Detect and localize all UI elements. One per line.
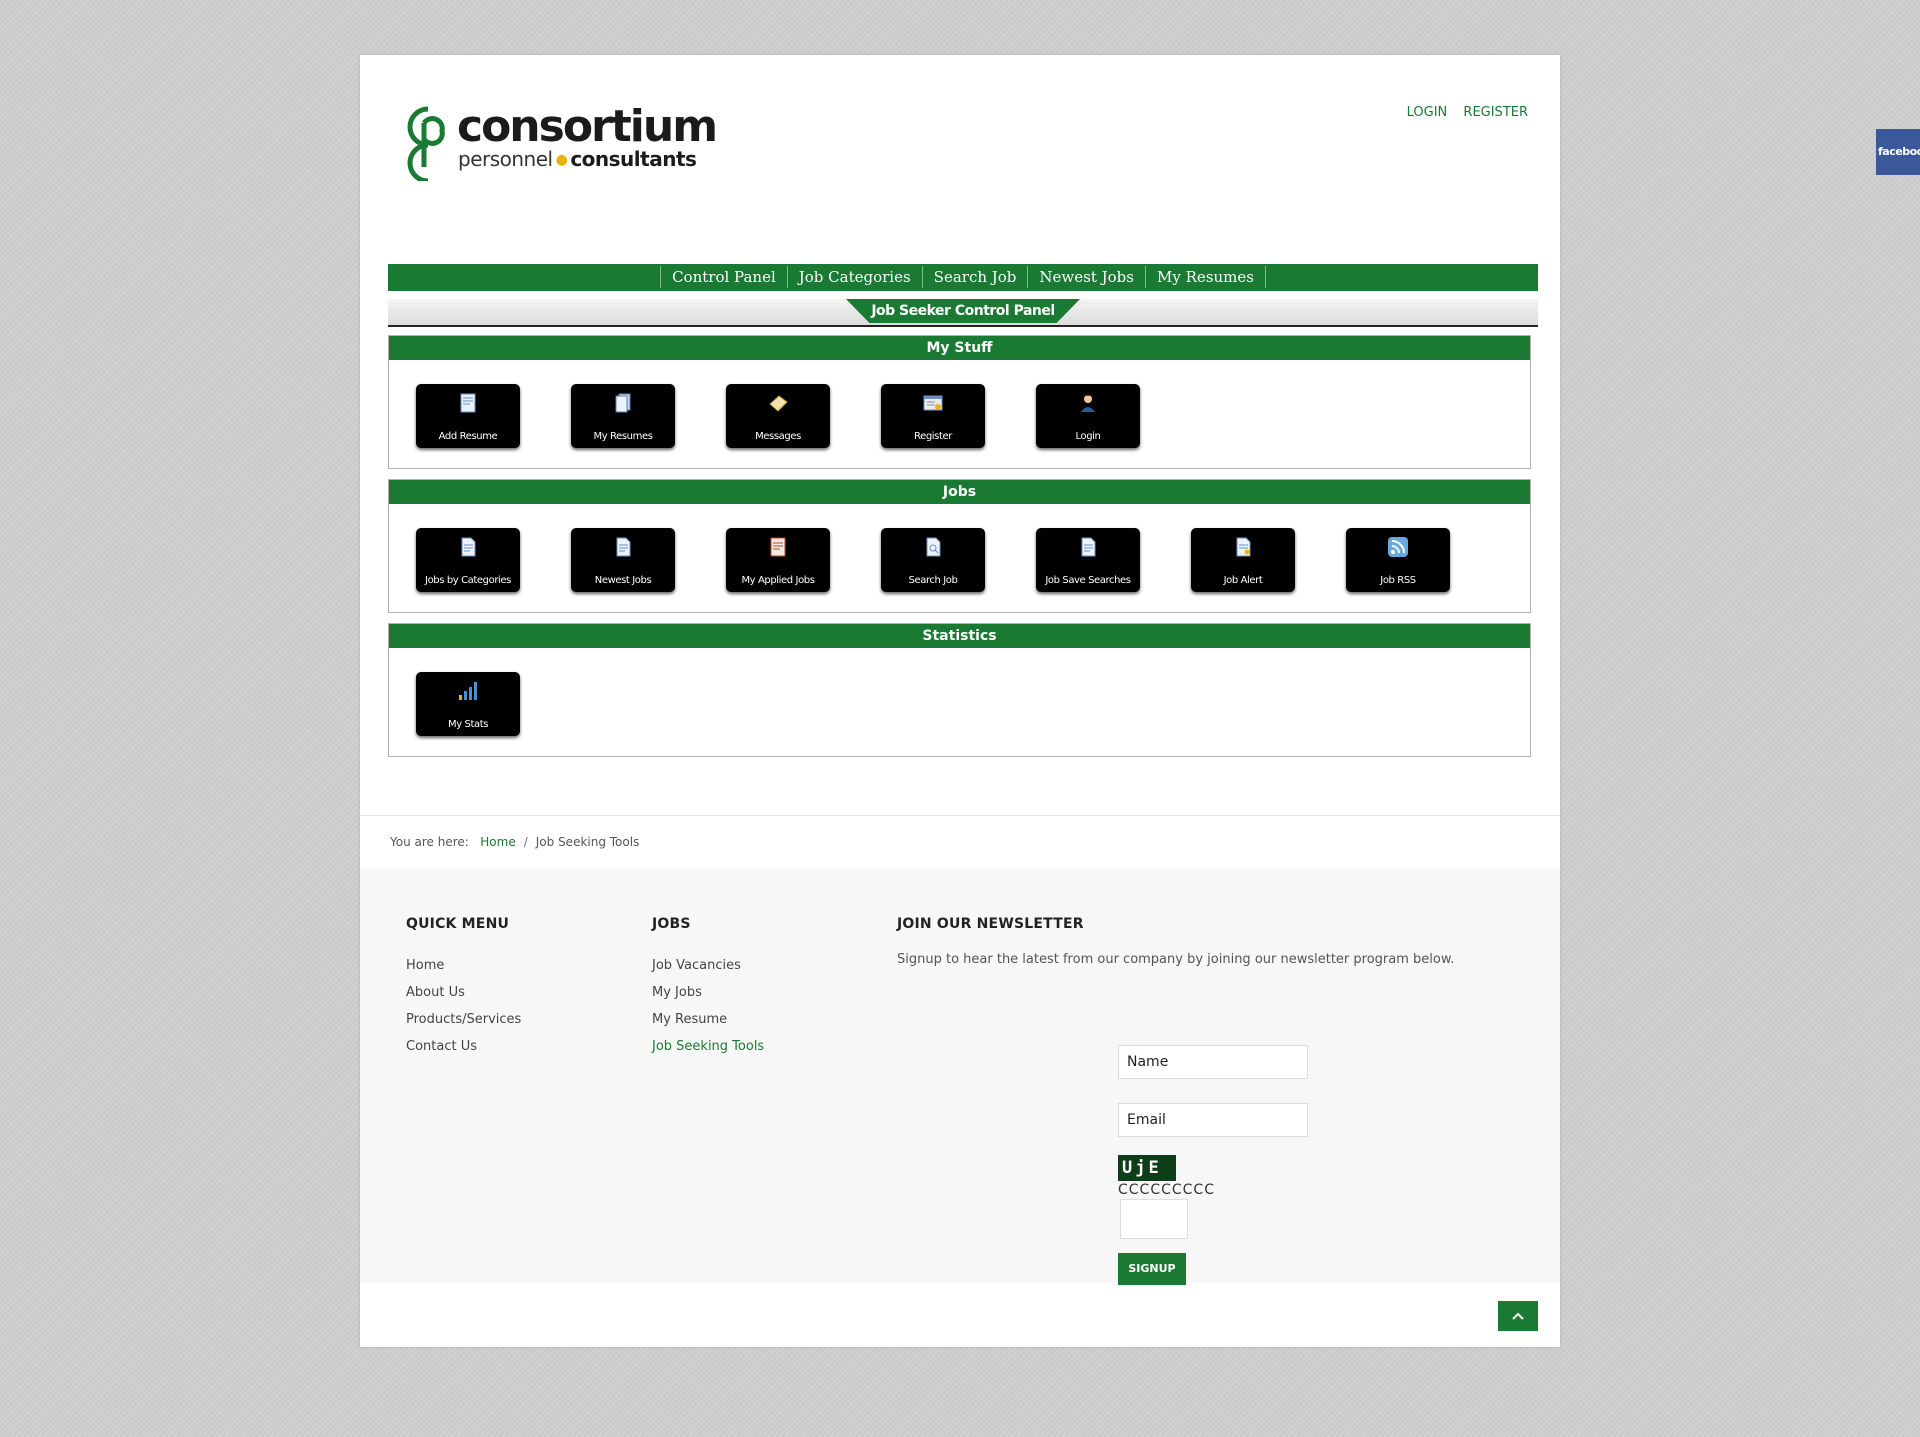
register-icon <box>923 395 943 411</box>
back-to-top-button[interactable] <box>1498 1301 1538 1331</box>
logo-mark-icon <box>407 106 445 181</box>
footer-link-my-jobs[interactable]: My Jobs <box>652 979 764 1006</box>
tile-search-job[interactable]: Search Job <box>881 528 985 592</box>
tile-my-resumes[interactable]: My Resumes <box>571 384 675 448</box>
logo-tagline: personnel ● consultants <box>458 147 697 171</box>
footer-link-contact[interactable]: Contact Us <box>406 1033 521 1060</box>
login-link[interactable]: LOGIN <box>1407 105 1448 120</box>
footer-quick-menu: QUICK MENU Home About Us Products/Servic… <box>406 916 521 1060</box>
logo-wordmark: consortium <box>457 101 718 152</box>
section-jobs: Jobs Jobs by Categories Newest Jobs My A… <box>388 479 1531 613</box>
footer-heading: JOBS <box>652 916 691 932</box>
tile-messages[interactable]: Messages <box>726 384 830 448</box>
section-my-stuff: My Stuff Add Resume My Resumes Messages … <box>388 335 1531 469</box>
newsletter-email-input[interactable]: Email <box>1118 1103 1308 1137</box>
nav-newest-jobs[interactable]: Newest Jobs <box>1028 266 1146 288</box>
tile-login[interactable]: Login <box>1036 384 1140 448</box>
footer-heading: JOIN OUR NEWSLETTER <box>897 916 1084 932</box>
tile-my-applied-jobs[interactable]: My Applied Jobs <box>726 528 830 592</box>
document-icon <box>616 537 631 557</box>
nav-my-resumes[interactable]: My Resumes <box>1146 266 1266 288</box>
newsletter-description: Signup to hear the latest from our compa… <box>897 952 1455 967</box>
footer: QUICK MENU Home About Us Products/Servic… <box>360 868 1560 1285</box>
chevron-up-icon <box>1512 1312 1524 1320</box>
breadcrumb-prefix: You are here: <box>390 835 469 849</box>
tile-job-rss[interactable]: Job RSS <box>1346 528 1450 592</box>
footer-jobs: JOBS Job Vacancies My Jobs My Resume Job… <box>652 916 764 1060</box>
footer-link-job-seeking-tools[interactable]: Job Seeking Tools <box>652 1033 764 1060</box>
tile-my-stats[interactable]: My Stats <box>416 672 520 736</box>
tile-add-resume[interactable]: Add Resume <box>416 384 520 448</box>
add-resume-icon <box>460 393 476 413</box>
alert-document-icon <box>1236 537 1251 557</box>
footer-link-job-vacancies[interactable]: Job Vacancies <box>652 952 764 979</box>
footer-link-home[interactable]: Home <box>406 952 521 979</box>
breadcrumb: You are here: Home / Job Seeking Tools <box>360 815 1560 869</box>
top-links: LOGIN REGISTER <box>1395 105 1528 120</box>
control-panel-header: Job Seeker Control Panel <box>388 299 1538 327</box>
captcha-options: CCCCCCCCC <box>1118 1182 1215 1198</box>
section-title: Statistics <box>389 624 1530 648</box>
rss-icon <box>1388 537 1408 557</box>
breadcrumb-home-link[interactable]: Home <box>480 835 515 849</box>
breadcrumb-separator: / <box>523 835 528 849</box>
nav-control-panel[interactable]: Control Panel <box>661 266 788 288</box>
footer-link-my-resume[interactable]: My Resume <box>652 1006 764 1033</box>
footer-link-products[interactable]: Products/Services <box>406 1006 521 1033</box>
resumes-icon <box>615 393 631 413</box>
user-icon <box>1081 394 1095 412</box>
footer-newsletter: JOIN OUR NEWSLETTER Signup to hear the l… <box>897 916 1454 967</box>
footer-link-about[interactable]: About Us <box>406 979 521 1006</box>
nav-search-job[interactable]: Search Job <box>923 266 1029 288</box>
control-panel-title: Job Seeker Control Panel <box>846 299 1080 323</box>
section-title: My Stuff <box>389 336 1530 360</box>
tile-job-alert[interactable]: Job Alert <box>1191 528 1295 592</box>
newsletter-name-input[interactable]: Name <box>1118 1045 1308 1079</box>
section-title: Jobs <box>389 480 1530 504</box>
applied-jobs-icon <box>770 537 786 557</box>
captcha-input[interactable] <box>1120 1199 1188 1239</box>
tile-register[interactable]: Register <box>881 384 985 448</box>
captcha-image: UjE <box>1118 1155 1176 1181</box>
bar-chart-icon <box>459 682 477 700</box>
logo[interactable]: consortium personnel ● consultants <box>402 103 718 183</box>
tile-newest-jobs[interactable]: Newest Jobs <box>571 528 675 592</box>
document-icon <box>461 537 476 557</box>
tile-jobs-by-categories[interactable]: Jobs by Categories <box>416 528 520 592</box>
footer-heading: QUICK MENU <box>406 916 510 932</box>
section-statistics: Statistics My Stats <box>388 623 1531 757</box>
page-container: consortium personnel ● consultants LOGIN R… <box>360 55 1560 1347</box>
breadcrumb-current: Job Seeking Tools <box>535 835 640 849</box>
facebook-tab[interactable]: facebook <box>1876 129 1920 175</box>
main-nav: Control Panel Job Categories Search Job New… <box>388 264 1538 291</box>
nav-job-categories[interactable]: Job Categories <box>788 266 923 288</box>
register-link[interactable]: REGISTER <box>1463 105 1528 120</box>
signup-button[interactable]: SIGNUP <box>1118 1253 1186 1285</box>
search-document-icon <box>926 537 941 557</box>
document-icon <box>1081 537 1096 557</box>
messages-icon <box>769 395 788 412</box>
tile-job-save-searches[interactable]: Job Save Searches <box>1036 528 1140 592</box>
